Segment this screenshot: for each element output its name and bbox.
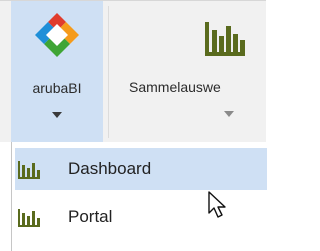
bar-chart-icon [18,161,40,179]
menu-item-dashboard[interactable]: Dashboard [15,148,267,190]
ribbon: arubaBI Sammelauswe [0,0,266,142]
arubabi-button[interactable]: arubaBI [11,1,103,142]
arubabi-button-label: arubaBI [32,80,82,96]
ribbon-group-separator [108,6,109,138]
mouse-pointer-icon [208,191,226,218]
chevron-down-icon [224,111,234,117]
bar-chart-icon [18,209,40,227]
chevron-down-icon [52,112,62,118]
menu-item-label: Dashboard [68,159,152,178]
arubabi-logo-icon [35,13,79,57]
menu-item-label: Portal [68,207,113,226]
bar-chart-icon [205,22,245,56]
sammelauswertung-button-label: Sammelauswe [129,79,221,95]
